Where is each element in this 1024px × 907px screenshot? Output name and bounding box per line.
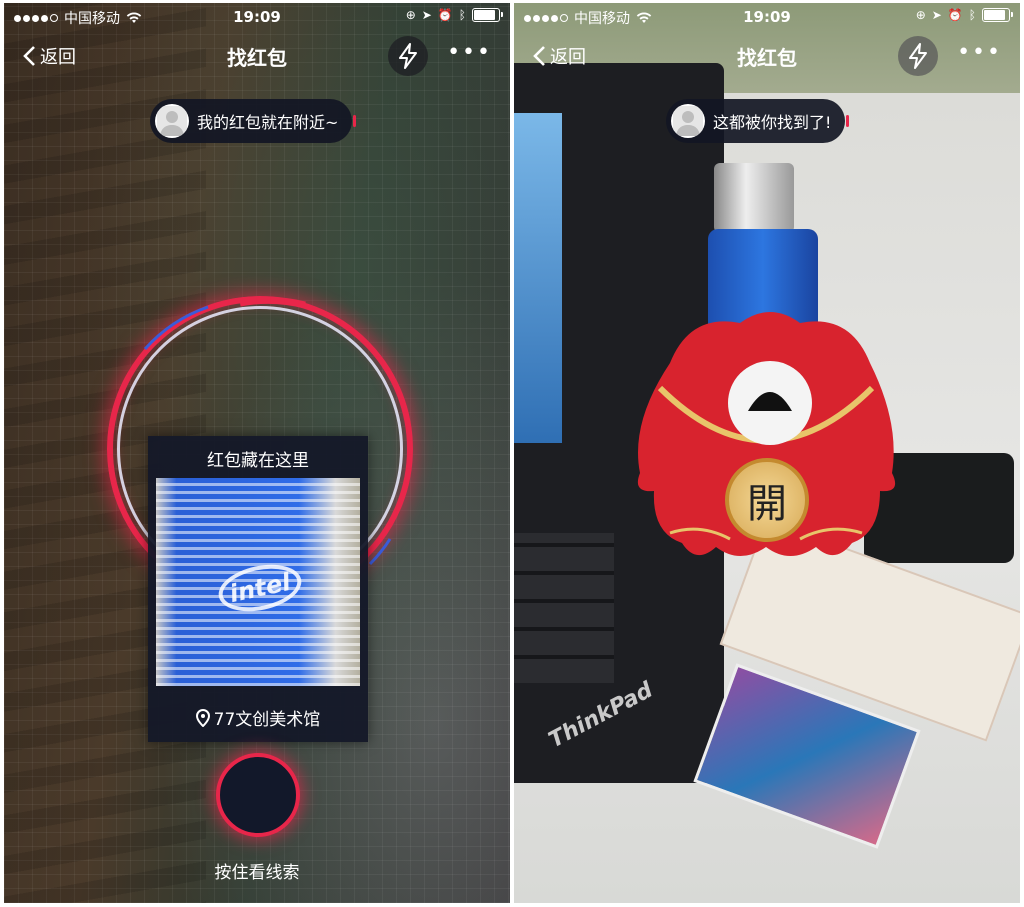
clue-card: 红包藏在这里 intel 77文创美术馆	[148, 436, 368, 742]
more-icon: •••	[957, 40, 1002, 65]
right-screen: ThinkPad 開 中国移动 19:09 ⊕ ➤ ⏰ ᛒ 返回 找红包 •••…	[514, 3, 1020, 903]
rotation-lock-icon: ⊕	[915, 8, 926, 22]
more-button[interactable]: •••	[957, 42, 1002, 64]
clue-image: intel	[156, 478, 360, 686]
open-button[interactable]: 開	[725, 458, 809, 542]
clue-location: 77文创美术馆	[148, 705, 368, 730]
hold-for-clue-button[interactable]	[216, 753, 300, 837]
alarm-icon: ⏰	[437, 8, 453, 22]
hint-bubble: 我的红包就在附近~	[150, 99, 357, 143]
hint-text: 我的红包就在附近~	[197, 113, 339, 132]
bluetooth-icon: ᛒ	[458, 8, 466, 22]
bottle-cap	[714, 163, 794, 233]
nav-bar: 返回 找红包 •••	[514, 31, 1020, 81]
flash-button[interactable]	[388, 36, 428, 76]
clue-title: 红包藏在这里	[207, 451, 309, 471]
laptop-keyboard	[514, 533, 614, 683]
location-pin-icon	[195, 708, 210, 727]
flash-icon	[909, 43, 927, 69]
status-bar: 中国移动 19:09 ⊕ ➤ ⏰ ᛒ	[4, 3, 510, 31]
left-screen: 中国移动 19:09 ⊕ ➤ ⏰ ᛒ 返回 找红包 ••• 我的红包就在附近~	[4, 3, 510, 903]
bluetooth-icon: ᛒ	[968, 8, 976, 22]
battery-icon	[982, 8, 1013, 22]
location-arrow-icon: ➤	[931, 8, 942, 22]
nav-bar: 返回 找红包 •••	[4, 31, 510, 81]
avatar	[155, 104, 189, 138]
page-title: 找红包	[737, 46, 797, 70]
hold-for-clue-label: 按住看线索	[214, 863, 300, 883]
avatar	[671, 104, 705, 138]
hint-text: 这都被你找到了!	[713, 113, 832, 132]
location-text: 77文创美术馆	[213, 710, 321, 730]
more-button[interactable]: •••	[447, 42, 492, 64]
laptop-brand: ThinkPad	[544, 677, 658, 754]
alarm-icon: ⏰	[947, 8, 963, 22]
hint-bubble: 这都被你找到了!	[666, 99, 850, 143]
clue-logo: intel	[214, 557, 306, 619]
status-bar: 中国移动 19:09 ⊕ ➤ ⏰ ᛒ	[514, 3, 1020, 31]
laptop-screen	[514, 113, 562, 443]
flash-button[interactable]	[898, 36, 938, 76]
page-title: 找红包	[227, 46, 287, 70]
battery-icon	[472, 8, 503, 22]
avatar-icon	[673, 106, 703, 136]
more-icon: •••	[447, 40, 492, 65]
rotation-lock-icon: ⊕	[405, 8, 416, 22]
location-arrow-icon: ➤	[421, 8, 432, 22]
flash-icon	[399, 43, 417, 69]
avatar-icon	[157, 106, 187, 136]
